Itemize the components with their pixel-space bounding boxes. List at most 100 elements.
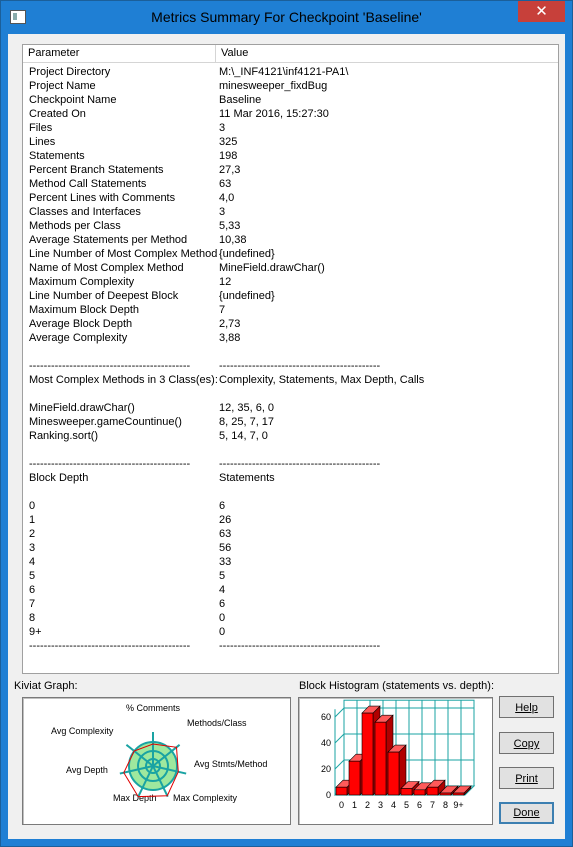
parameter-cell: 7 xyxy=(29,598,36,610)
table-row[interactable]: Minesweeper.gameCountinue() 8, 25, 7, 17 xyxy=(23,415,558,429)
kiviat-graph: % Comments Methods/Class Avg Stmts/Method M… xyxy=(51,703,267,803)
table-row[interactable]: 06 xyxy=(23,499,558,513)
table-row[interactable]: Statements 198 xyxy=(23,149,558,163)
table-row[interactable]: Project Name minesweeper_fixdBug xyxy=(23,79,558,93)
parameter-cell: 4 xyxy=(29,556,36,568)
parameter-cell: MineField.drawChar() xyxy=(29,402,135,414)
kiviat-axis-label: Avg Complexity xyxy=(51,726,114,736)
table-row[interactable]: Average Statements per Method 10,38 xyxy=(23,233,558,247)
table-row[interactable]: Maximum Block Depth 7 xyxy=(23,303,558,317)
table-row[interactable]: 3 56 xyxy=(23,541,558,555)
parameter-cell: Percent Lines with Comments xyxy=(29,192,176,204)
x-tick-label: 9+ xyxy=(453,800,463,810)
x-tick-label: 6 xyxy=(417,800,422,810)
table-row[interactable]: 64 xyxy=(23,583,558,597)
value-cell: 63 xyxy=(219,178,232,190)
metrics-list[interactable]: Parameter Value Project Directory M:\_INF… xyxy=(22,44,559,674)
value-cell: ----------------------------------------… xyxy=(219,640,381,652)
histogram-bar xyxy=(426,786,439,796)
copy-button[interactable]: Copy xyxy=(499,732,554,754)
parameter-cell: Created On xyxy=(29,108,86,120)
table-row[interactable]: ----------------------------------------… xyxy=(23,359,558,373)
table-row[interactable]: 80 xyxy=(23,611,558,625)
table-row[interactable]: Methods per Class 5,33 xyxy=(23,219,558,233)
column-header-parameter[interactable]: Parameter xyxy=(23,45,216,62)
table-row[interactable] xyxy=(23,485,558,499)
table-row[interactable] xyxy=(23,387,558,401)
grid-line xyxy=(334,759,345,770)
table-row[interactable]: Checkpoint Name Baseline xyxy=(23,93,558,107)
table-row[interactable]: Percent Branch Statements 27,3 xyxy=(23,163,558,177)
histogram-bar xyxy=(361,712,374,796)
table-row[interactable]: Files 3 xyxy=(23,121,558,135)
print-button-label: Print xyxy=(515,773,538,785)
value-cell: M:\_INF4121\inf4121-PA1\ xyxy=(219,66,349,78)
table-row[interactable]: Project Directory M:\_INF4121\inf4121-PA1… xyxy=(23,65,558,79)
table-row[interactable]: 4 33 xyxy=(23,555,558,569)
help-button[interactable]: Help xyxy=(499,696,554,718)
block-histogram: 02040600 1 2 3 4 5 6 7 8 9+ xyxy=(321,699,476,810)
table-row[interactable]: Average Complexity 3,88 xyxy=(23,331,558,345)
table-row[interactable]: Ranking.sort() 5, 14, 7, 0 xyxy=(23,429,558,443)
table-row[interactable]: Block Depth Statements xyxy=(23,471,558,485)
table-row[interactable]: 1 26 xyxy=(23,513,558,527)
list-rows: Project Directory M:\_INF4121\inf4121-PA1… xyxy=(23,65,558,653)
value-cell: 33 xyxy=(219,556,232,568)
print-button[interactable]: Print xyxy=(499,767,554,789)
value-cell: 56 xyxy=(219,542,232,554)
table-row[interactable]: 9+ 0 xyxy=(23,625,558,639)
parameter-cell: 8 xyxy=(29,612,36,624)
table-row[interactable]: ----------------------------------------… xyxy=(23,639,558,653)
table-row[interactable]: Name of Most Complex Method MineField.dra… xyxy=(23,261,558,275)
table-row[interactable]: Lines 325 xyxy=(23,135,558,149)
list-header: Parameter Value xyxy=(23,45,558,63)
x-tick-label: 7 xyxy=(430,800,435,810)
table-row[interactable]: Average Block Depth 2,73 xyxy=(23,317,558,331)
close-button[interactable]: ✕ xyxy=(518,1,565,22)
histogram-bar xyxy=(374,721,387,796)
copy-button-label: Copy xyxy=(513,738,540,750)
table-row[interactable]: 2 63 xyxy=(23,527,558,541)
value-cell: 3 xyxy=(219,206,226,218)
title-bar[interactable]: Metrics Summary For Checkpoint 'Baseline… xyxy=(1,1,572,34)
parameter-cell: 1 xyxy=(29,514,36,526)
table-row[interactable] xyxy=(23,345,558,359)
value-cell: Statements xyxy=(219,472,275,484)
kiviat-axis-label: % Comments xyxy=(126,703,181,713)
table-row[interactable]: ----------------------------------------… xyxy=(23,457,558,471)
y-tick-label: 0 xyxy=(326,790,331,800)
value-cell: 7 xyxy=(219,304,226,316)
table-row[interactable]: Line Number of Most Complex Method {undef… xyxy=(23,247,558,261)
parameter-cell: Project Name xyxy=(29,80,96,92)
y-tick-label: 40 xyxy=(321,738,331,748)
histogram-bar xyxy=(452,792,465,796)
dialog-client-area: Parameter Value Project Directory M:\_INF… xyxy=(8,34,565,839)
parameter-cell: Line Number of Deepest Block xyxy=(29,290,179,302)
value-cell: 0 xyxy=(219,626,226,638)
parameter-cell: 0 xyxy=(29,500,36,512)
parameter-cell: ----------------------------------------… xyxy=(29,640,191,652)
table-row[interactable]: Percent Lines with Comments 4,0 xyxy=(23,191,558,205)
table-row[interactable]: Method Call Statements 63 xyxy=(23,177,558,191)
parameter-cell: 6 xyxy=(29,584,36,596)
value-cell: 0 xyxy=(219,612,226,624)
value-cell: 27,3 xyxy=(219,164,241,176)
column-header-value[interactable]: Value xyxy=(216,45,446,62)
table-row[interactable]: 76 xyxy=(23,597,558,611)
table-row[interactable]: Maximum Complexity 12 xyxy=(23,275,558,289)
done-button[interactable]: Done xyxy=(499,802,554,824)
table-row[interactable]: Line Number of Deepest Block {undefined} xyxy=(23,289,558,303)
kiviat-graph-panel: % Comments Methods/Class Avg Stmts/Method M… xyxy=(22,697,291,825)
parameter-cell: Checkpoint Name xyxy=(29,94,117,106)
kiviat-axis-label: Max Depth xyxy=(113,793,157,803)
table-row[interactable]: 55 xyxy=(23,569,558,583)
table-row[interactable]: Classes and Interfaces 3 xyxy=(23,205,558,219)
parameter-cell: Name of Most Complex Method xyxy=(29,262,184,274)
value-cell: minesweeper_fixdBug xyxy=(219,80,328,92)
table-row[interactable]: Created On 11 Mar 2016, 15:27:30 xyxy=(23,107,558,121)
parameter-cell: Files xyxy=(29,122,53,134)
table-row[interactable]: Most Complex Methods in 3 Class(es): Comp… xyxy=(23,373,558,387)
parameter-cell: Lines xyxy=(29,136,56,148)
table-row[interactable] xyxy=(23,443,558,457)
table-row[interactable]: MineField.drawChar() 12, 35, 6, 0 xyxy=(23,401,558,415)
